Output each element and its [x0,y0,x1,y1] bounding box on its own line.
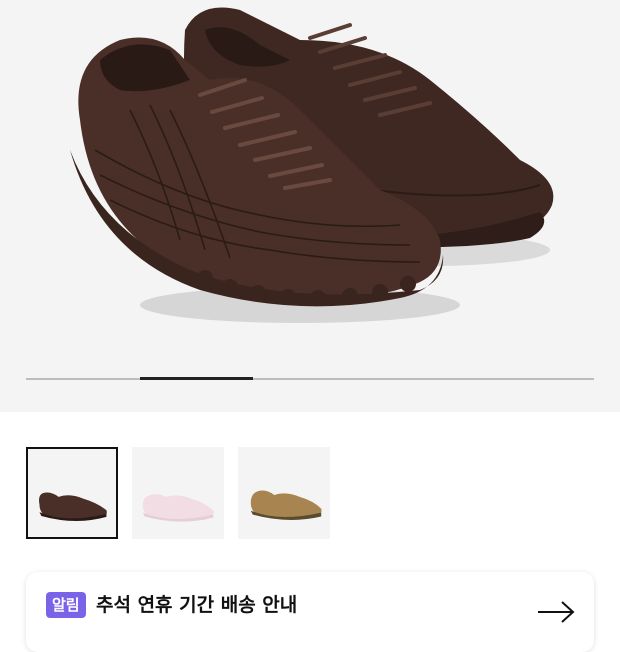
thumbnail-brown[interactable] [26,447,118,539]
notice-badge: 알림 [46,592,86,618]
shoe-thumbnail-icon [250,490,322,520]
shoe-thumbnail-icon [39,492,107,521]
thumbnail-white[interactable] [132,447,224,539]
product-shoe-image [70,7,554,323]
product-image-gallery[interactable] [0,0,620,412]
notice-title: 추석 연휴 기간 배송 안내 [96,594,298,616]
gallery-progress-track [26,377,594,380]
shoe-thumbnail-icon [142,494,214,522]
thumbnail-tan[interactable] [238,447,330,539]
thumbnail-strip [26,447,330,539]
shipping-notice-banner[interactable]: 알림 추석 연휴 기간 배송 안내 [26,572,594,652]
arrow-right-icon [538,601,575,623]
gallery-progress-indicator [139,377,254,380]
